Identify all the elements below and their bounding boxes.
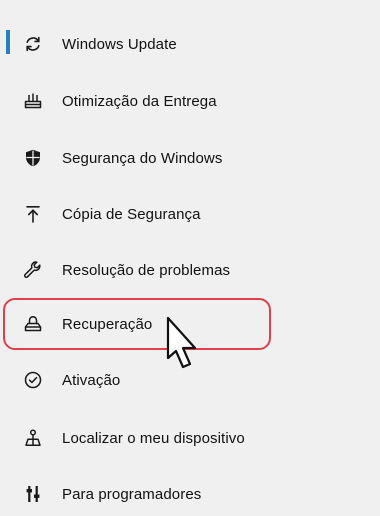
settings-sidebar: Windows Update Otimização da Entrega Seg… bbox=[0, 0, 380, 516]
sync-icon bbox=[22, 33, 44, 55]
sidebar-item-recovery[interactable]: Recuperação bbox=[0, 304, 380, 344]
wrench-icon bbox=[22, 259, 44, 281]
check-circle-icon bbox=[22, 369, 44, 391]
sidebar-item-troubleshoot[interactable]: Resolução de problemas bbox=[0, 250, 380, 290]
sidebar-item-find-my-device[interactable]: Localizar o meu dispositivo bbox=[0, 418, 380, 458]
upload-backup-icon bbox=[22, 203, 44, 225]
sidebar-item-label: Segurança do Windows bbox=[62, 149, 223, 167]
sidebar-item-backup[interactable]: Cópia de Segurança bbox=[0, 194, 380, 234]
sidebar-item-label: Windows Update bbox=[62, 35, 177, 53]
sidebar-item-label: Cópia de Segurança bbox=[62, 205, 201, 223]
sidebar-item-label: Resolução de problemas bbox=[62, 261, 231, 279]
sidebar-item-activation[interactable]: Ativação bbox=[0, 360, 380, 400]
sidebar-item-label: Otimização da Entrega bbox=[62, 92, 217, 110]
sidebar-item-for-developers[interactable]: Para programadores bbox=[0, 474, 380, 514]
sidebar-item-windows-update[interactable]: Windows Update bbox=[0, 24, 380, 64]
sidebar-item-windows-security[interactable]: Segurança do Windows bbox=[0, 138, 380, 178]
sidebar-item-label: Ativação bbox=[62, 371, 121, 389]
delivery-optimization-icon bbox=[22, 90, 44, 112]
sidebar-item-label: Para programadores bbox=[62, 485, 202, 503]
sidebar-item-delivery-optimization[interactable]: Otimização da Entrega bbox=[0, 81, 380, 121]
sidebar-item-label: Recuperação bbox=[62, 315, 153, 333]
sidebar-item-label: Localizar o meu dispositivo bbox=[62, 429, 245, 447]
recovery-icon bbox=[22, 313, 44, 335]
developer-sliders-icon bbox=[22, 483, 44, 505]
shield-icon bbox=[22, 147, 44, 169]
find-device-icon bbox=[22, 427, 44, 449]
